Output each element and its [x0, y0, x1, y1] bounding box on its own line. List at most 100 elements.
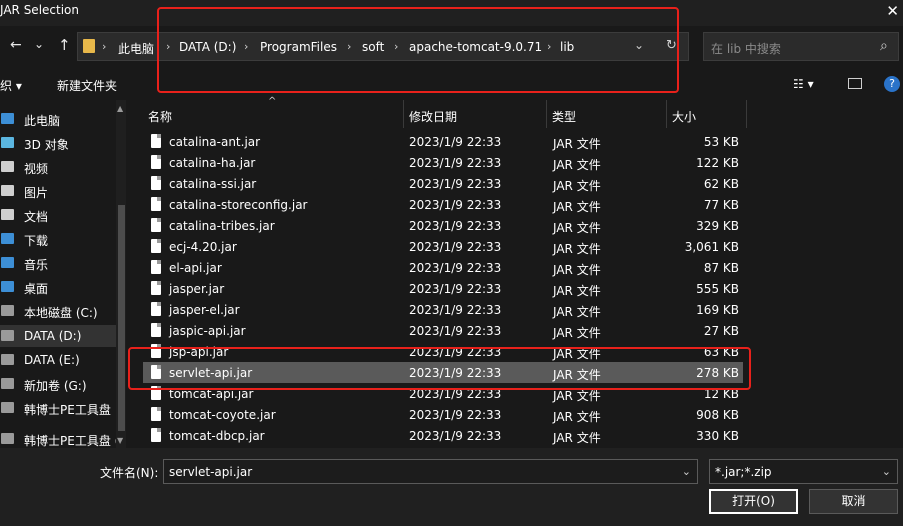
sidebar-item[interactable]: 视频: [0, 156, 118, 178]
preview-pane-icon[interactable]: [848, 78, 862, 89]
drive-icon: [1, 354, 14, 365]
jar-file-icon: [151, 260, 161, 274]
drive-icon: [1, 402, 14, 413]
sidebar-item[interactable]: 本地磁盘 (C:): [0, 300, 118, 322]
file-modified: 2023/1/9 22:33: [409, 156, 502, 170]
back-button[interactable]: ←: [10, 37, 22, 53]
drive-icon: [1, 378, 14, 389]
sidebar-item[interactable]: DATA (D:): [0, 325, 118, 347]
sidebar-item[interactable]: 音乐: [0, 252, 118, 274]
jar-file-icon: [151, 239, 161, 253]
new-folder-button[interactable]: 新建文件夹: [57, 77, 117, 94]
file-type: JAR 文件: [553, 137, 601, 151]
file-type-select[interactable]: *.jar;*.zip ⌄: [709, 459, 898, 484]
cube-icon: [1, 137, 14, 148]
chevron-down-icon[interactable]: ⌄: [882, 465, 891, 478]
sidebar-item[interactable]: 韩博士PE工具盘: [0, 397, 118, 419]
search-input[interactable]: 在 lib 中搜索 ⌕: [703, 32, 899, 61]
file-type: JAR 文件: [553, 410, 601, 424]
help-icon[interactable]: ?: [884, 76, 900, 92]
file-row[interactable]: catalina-storeconfig.jar 2023/1/9 22:33 JA…: [143, 194, 743, 215]
file-name: catalina-ant.jar: [169, 135, 261, 149]
sidebar-item-label: 桌面: [24, 282, 49, 296]
sidebar-item[interactable]: 文档: [0, 204, 118, 226]
scroll-up-icon[interactable]: ▲: [117, 104, 123, 113]
file-modified: 2023/1/9 22:33: [409, 261, 502, 275]
file-type: JAR 文件: [553, 284, 601, 298]
file-name: catalina-ha.jar: [169, 156, 256, 170]
up-button[interactable]: ↑: [58, 36, 71, 54]
sidebar-item-label: 新加卷 (G:): [24, 379, 87, 393]
recent-locations-dropdown[interactable]: ⌄: [34, 37, 44, 51]
window-title: JAR Selection: [0, 3, 79, 17]
file-type: JAR 文件: [553, 179, 601, 193]
file-row[interactable]: catalina-ant.jar 2023/1/9 22:33 JAR 文件 53 K…: [143, 131, 743, 152]
organize-menu[interactable]: 织 ▾: [0, 77, 22, 94]
file-size: 555 KB: [696, 282, 739, 296]
file-size: 87 KB: [703, 261, 739, 275]
file-row[interactable]: tomcat-coyote.jar 2023/1/9 22:33 JAR 文件 908…: [143, 404, 743, 425]
jar-file-icon: [151, 302, 161, 316]
file-modified: 2023/1/9 22:33: [409, 135, 502, 149]
open-button[interactable]: 打开(O): [709, 489, 798, 514]
file-modified: 2023/1/9 22:33: [409, 177, 502, 191]
sidebar-item-label: 文档: [24, 210, 49, 224]
file-row[interactable]: catalina-tribes.jar 2023/1/9 22:33 JAR 文件 3…: [143, 215, 743, 236]
column-header-name[interactable]: 名称 ^: [143, 96, 405, 128]
file-row[interactable]: el-api.jar 2023/1/9 22:33 JAR 文件 87 KB: [143, 257, 743, 278]
file-row[interactable]: jaspic-api.jar 2023/1/9 22:33 JAR 文件 27 KB: [143, 320, 743, 341]
column-header-type[interactable]: 类型: [547, 100, 667, 128]
file-row[interactable]: jasper-el.jar 2023/1/9 22:33 JAR 文件 169 KB: [143, 299, 743, 320]
filename-label: 文件名(N):: [100, 466, 159, 480]
file-modified: 2023/1/9 22:33: [409, 408, 502, 422]
sidebar-item-label: 韩博士PE工具盘 (: [24, 434, 120, 448]
sidebar-item[interactable]: 图片: [0, 180, 118, 202]
sidebar-item[interactable]: 此电脑: [0, 108, 118, 130]
scroll-down-icon[interactable]: ▼: [117, 436, 123, 445]
breadcrumb-this-pc[interactable]: 此电脑: [118, 40, 154, 57]
file-type: JAR 文件: [553, 221, 601, 235]
sidebar-item[interactable]: 新加卷 (G:): [0, 373, 118, 395]
file-row[interactable]: catalina-ha.jar 2023/1/9 22:33 JAR 文件 122 K…: [143, 152, 743, 173]
file-modified: 2023/1/9 22:33: [409, 219, 502, 233]
file-name: jaspic-api.jar: [169, 324, 246, 338]
file-row[interactable]: jasper.jar 2023/1/9 22:33 JAR 文件 555 KB: [143, 278, 743, 299]
search-icon[interactable]: ⌕: [880, 38, 888, 54]
jar-file-icon: [151, 155, 161, 169]
column-divider[interactable]: [746, 100, 747, 128]
cancel-button[interactable]: 取消: [809, 489, 898, 514]
sidebar-item-label: DATA (D:): [24, 329, 82, 343]
file-type-value: *.jar;*.zip: [715, 465, 772, 479]
file-row[interactable]: ecj-4.20.jar 2023/1/9 22:33 JAR 文件 3,061 KB: [143, 236, 743, 257]
file-size: 53 KB: [703, 135, 739, 149]
file-row[interactable]: tomcat-dbcp.jar 2023/1/9 22:33 JAR 文件 330 K…: [143, 425, 743, 446]
column-size-label: 大小: [672, 110, 697, 124]
download-icon: [1, 233, 14, 244]
file-name: jasper.jar: [169, 282, 225, 296]
sidebar-item[interactable]: DATA (E:): [0, 349, 118, 371]
search-placeholder: 在 lib 中搜索: [711, 42, 781, 56]
sidebar-item-label: 3D 对象: [24, 138, 69, 152]
file-name: catalina-tribes.jar: [169, 219, 275, 233]
jar-file-icon: [151, 134, 161, 148]
column-header-modified[interactable]: 修改日期: [404, 100, 547, 128]
column-header-size[interactable]: 大小: [667, 100, 747, 128]
chevron-down-icon[interactable]: ⌄: [682, 465, 691, 478]
sidebar-item[interactable]: 韩博士PE工具盘 (: [0, 428, 120, 450]
sidebar-item[interactable]: 桌面: [0, 276, 118, 298]
view-options-button[interactable]: ☷ ▾: [793, 77, 814, 91]
filename-input[interactable]: servlet-api.jar ⌄: [163, 459, 698, 484]
jar-file-icon: [151, 197, 161, 211]
file-modified: 2023/1/9 22:33: [409, 198, 502, 212]
close-icon[interactable]: ✕: [886, 2, 899, 20]
navigation-pane: 此电脑 3D 对象视频 图片文档下载 音乐桌面本地磁盘 (C:) DATA (D:) DA…: [0, 100, 126, 448]
nav-scrollbar-thumb[interactable]: [118, 205, 125, 431]
jar-file-icon: [151, 218, 161, 232]
sidebar-item[interactable]: 下载: [0, 228, 118, 250]
jar-file-icon: [151, 176, 161, 190]
jar-file-icon: [151, 428, 161, 442]
file-row[interactable]: catalina-ssi.jar 2023/1/9 22:33 JAR 文件 62 K…: [143, 173, 743, 194]
file-modified: 2023/1/9 22:33: [409, 282, 502, 296]
sidebar-item[interactable]: 3D 对象: [0, 132, 118, 154]
drive-icon: [1, 305, 14, 316]
